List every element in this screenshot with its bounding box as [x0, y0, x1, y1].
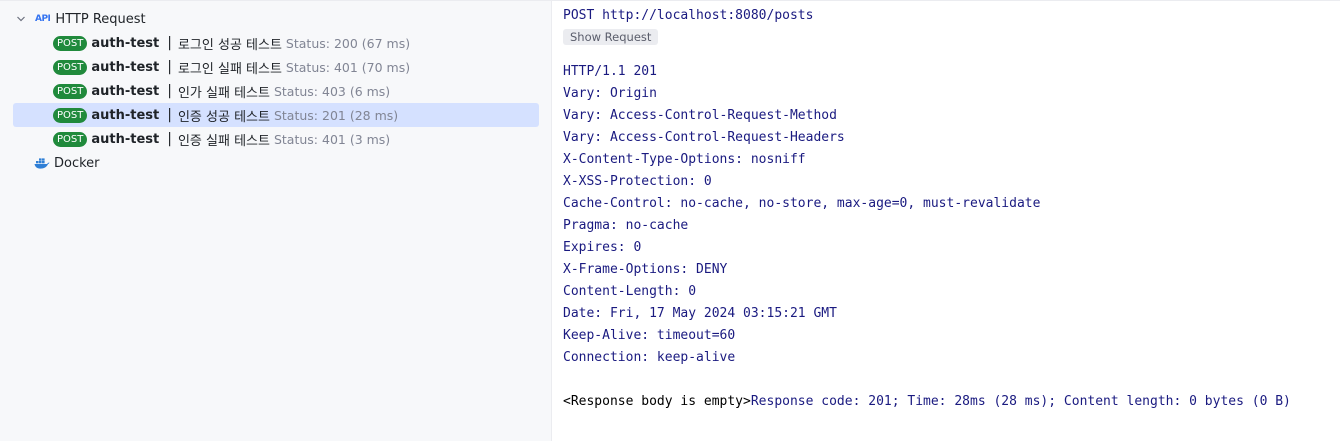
separator: |	[167, 83, 172, 99]
request-name: auth-test	[91, 35, 160, 51]
separator: |	[167, 131, 172, 147]
request-name: auth-test	[91, 59, 160, 75]
request-name: auth-test	[91, 83, 160, 99]
request-list: POST auth-test | 로그인 성공 테스트 Status: 200 (67 …	[0, 31, 551, 151]
status-line: HTTP/1.1 201	[563, 64, 657, 79]
tree-root-http-request[interactable]: API HTTP Request	[0, 7, 551, 31]
response-header-line: Content-Length: 0	[563, 284, 697, 299]
request-item[interactable]: POST auth-test | 로그인 실패 테스트 Status: 401 (70 …	[13, 55, 539, 79]
method-badge: POST	[53, 131, 88, 147]
api-icon: API	[35, 14, 51, 24]
response-header-line: X-Frame-Options: DENY	[563, 262, 728, 277]
request-item[interactable]: POST auth-test | 인증 성공 테스트 Status: 201 (28 m…	[13, 103, 539, 127]
response-summary: Response code: 201; Time: 28ms (28 ms); …	[750, 394, 1291, 409]
request-status: Status: 401 (3 ms)	[273, 131, 391, 147]
request-description: 인증 성공 테스트	[177, 109, 270, 125]
request-line: POST http://localhost:8080/posts	[563, 8, 814, 23]
request-item[interactable]: POST auth-test | 인가 실패 테스트 Status: 403 (6 ms…	[13, 79, 539, 103]
response-header-line: Cache-Control: no-cache, no-store, max-a…	[563, 196, 1041, 211]
request-status: Status: 200 (67 ms)	[285, 35, 411, 51]
response-header-line: X-XSS-Protection: 0	[563, 174, 712, 189]
request-description: 로그인 성공 테스트	[177, 37, 282, 53]
request-tree: API HTTP Request POST auth-test | 로그인 성공 테스…	[0, 1, 552, 441]
show-request-button[interactable]: Show Request	[563, 29, 659, 45]
chevron-down-icon[interactable]	[15, 13, 27, 25]
request-item[interactable]: POST auth-test | 인증 실패 테스트 Status: 401 (3 ms…	[13, 127, 539, 151]
response-header-line: Vary: Origin	[563, 86, 657, 101]
separator: |	[167, 107, 172, 123]
tree-item-docker-label: Docker	[54, 155, 100, 171]
method-badge: POST	[53, 83, 88, 99]
response-viewer[interactable]: POST http://localhost:8080/posts Show Re…	[552, 1, 1340, 441]
docker-icon	[34, 156, 50, 170]
response-header-line: X-Content-Type-Options: nosniff	[563, 152, 806, 167]
response-header-line: Expires: 0	[563, 240, 642, 255]
request-description: 로그인 실패 테스트	[177, 61, 282, 77]
request-status: Status: 201 (28 ms)	[273, 107, 399, 123]
response-body-empty: <Response body is empty>	[563, 394, 751, 409]
http-client-window: API HTTP Request POST auth-test | 로그인 성공 테스…	[0, 0, 1340, 441]
response-header-line: Vary: Access-Control-Request-Headers	[563, 130, 845, 145]
method-badge: POST	[53, 107, 88, 123]
response-header-line: Vary: Access-Control-Request-Method	[563, 108, 837, 123]
method-badge: POST	[53, 59, 88, 75]
request-name: auth-test	[91, 107, 160, 123]
method-badge: POST	[53, 35, 88, 51]
tree-item-docker[interactable]: Docker	[0, 151, 551, 175]
response-header-line: Connection: keep-alive	[563, 350, 736, 365]
response-header-line: Date: Fri, 17 May 2024 03:15:21 GMT	[563, 306, 837, 321]
separator: |	[167, 59, 172, 75]
request-status: Status: 403 (6 ms)	[273, 83, 391, 99]
response-header-line: Pragma: no-cache	[563, 218, 689, 233]
response-summary-line: <Response body is empty>Response code: 2…	[563, 391, 1340, 413]
tree-root-label: HTTP Request	[55, 11, 146, 27]
request-status: Status: 401 (70 ms)	[285, 59, 411, 75]
request-description: 인가 실패 테스트	[177, 85, 270, 101]
request-name: auth-test	[91, 131, 160, 147]
separator: |	[167, 35, 172, 51]
response-header-line: Keep-Alive: timeout=60	[563, 328, 736, 343]
response-headers: Vary: Origin Vary: Access-Control-Request…	[563, 83, 1340, 369]
request-item[interactable]: POST auth-test | 로그인 성공 테스트 Status: 200 (67 …	[13, 31, 539, 55]
request-description: 인증 실패 테스트	[177, 133, 270, 149]
